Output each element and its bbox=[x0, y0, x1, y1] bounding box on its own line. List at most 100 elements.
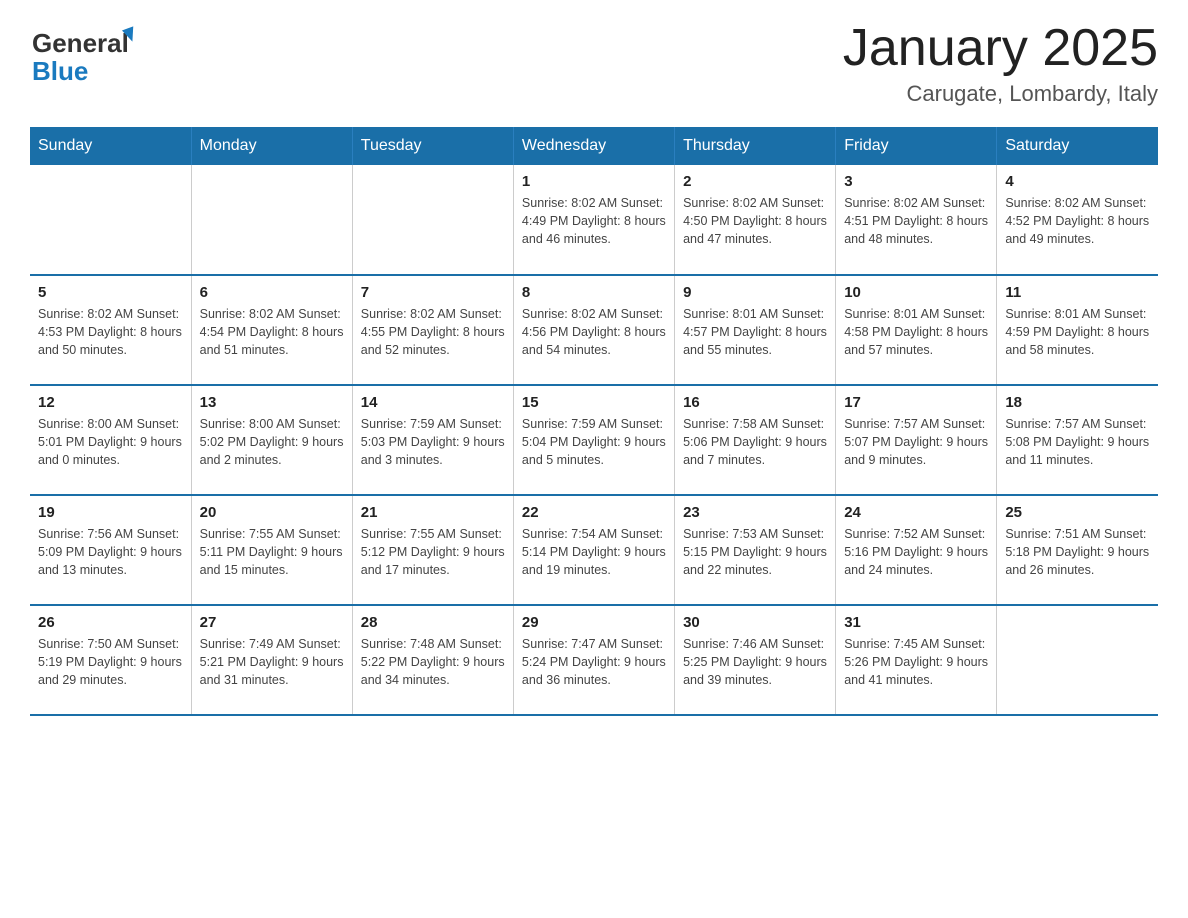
day-number: 15 bbox=[522, 394, 666, 411]
calendar-day: 26 Sunrise: 7:50 AM Sunset: 5:19 PM Dayli… bbox=[30, 605, 191, 715]
day-info: Sunrise: 7:55 AM Sunset: 5:12 PM Dayligh… bbox=[361, 525, 505, 579]
logo: General Blue bbox=[30, 20, 150, 90]
day-number: 4 bbox=[1005, 173, 1150, 190]
day-number: 24 bbox=[844, 504, 988, 521]
month-title: January 2025 bbox=[843, 20, 1158, 77]
title-area: January 2025 Carugate, Lombardy, Italy bbox=[843, 20, 1158, 107]
day-info: Sunrise: 8:01 AM Sunset: 4:58 PM Dayligh… bbox=[844, 305, 988, 359]
day-number: 20 bbox=[200, 504, 344, 521]
calendar-day: 22Sunrise: 7:54 AM Sunset: 5:14 PM Dayli… bbox=[513, 495, 674, 605]
calendar-day bbox=[30, 165, 191, 275]
day-info: Sunrise: 8:02 AM Sunset: 4:54 PM Dayligh… bbox=[200, 305, 344, 359]
calendar-day: 31 Sunrise: 7:45 AM Sunset: 5:26 PM Dayli… bbox=[836, 605, 997, 715]
calendar-day: 16 Sunrise: 7:58 AM Sunset: 5:06 PM Dayli… bbox=[675, 385, 836, 495]
day-number: 12 bbox=[38, 394, 183, 411]
svg-text:General: General bbox=[32, 28, 129, 58]
svg-text:Blue: Blue bbox=[32, 56, 88, 86]
day-number: 5 bbox=[38, 284, 183, 301]
page-header: General Blue January 2025 Carugate, Lomb… bbox=[30, 20, 1158, 107]
header-monday: Monday bbox=[191, 127, 352, 165]
day-number: 6 bbox=[200, 284, 344, 301]
day-number: 7 bbox=[361, 284, 505, 301]
calendar-day: 7Sunrise: 8:02 AM Sunset: 4:55 PM Daylig… bbox=[352, 275, 513, 385]
header-wednesday: Wednesday bbox=[513, 127, 674, 165]
calendar-day: 15 Sunrise: 7:59 AM Sunset: 5:04 PM Dayli… bbox=[513, 385, 674, 495]
day-number: 27 bbox=[200, 614, 344, 631]
calendar-day: 11 Sunrise: 8:01 AM Sunset: 4:59 PM Dayli… bbox=[997, 275, 1158, 385]
calendar-day: 21Sunrise: 7:55 AM Sunset: 5:12 PM Dayli… bbox=[352, 495, 513, 605]
calendar-day: 10 Sunrise: 8:01 AM Sunset: 4:58 PM Dayli… bbox=[836, 275, 997, 385]
day-number: 10 bbox=[844, 284, 988, 301]
day-info: Sunrise: 7:53 AM Sunset: 5:15 PM Dayligh… bbox=[683, 525, 827, 579]
calendar-week-1: 1 Sunrise: 8:02 AM Sunset: 4:49 PM Daylig… bbox=[30, 165, 1158, 275]
day-info: Sunrise: 7:55 AM Sunset: 5:11 PM Dayligh… bbox=[200, 525, 344, 579]
calendar-week-2: 5 Sunrise: 8:02 AM Sunset: 4:53 PM Daylig… bbox=[30, 275, 1158, 385]
location-title: Carugate, Lombardy, Italy bbox=[843, 81, 1158, 107]
day-number: 14 bbox=[361, 394, 505, 411]
day-info: Sunrise: 7:56 AM Sunset: 5:09 PM Dayligh… bbox=[38, 525, 183, 579]
day-info: Sunrise: 7:49 AM Sunset: 5:21 PM Dayligh… bbox=[200, 635, 344, 689]
day-number: 17 bbox=[844, 394, 988, 411]
day-info: Sunrise: 8:02 AM Sunset: 4:50 PM Dayligh… bbox=[683, 194, 827, 248]
header-tuesday: Tuesday bbox=[352, 127, 513, 165]
day-info: Sunrise: 7:47 AM Sunset: 5:24 PM Dayligh… bbox=[522, 635, 666, 689]
day-info: Sunrise: 8:02 AM Sunset: 4:49 PM Dayligh… bbox=[522, 194, 666, 248]
header-saturday: Saturday bbox=[997, 127, 1158, 165]
calendar-day: 30 Sunrise: 7:46 AM Sunset: 5:25 PM Dayli… bbox=[675, 605, 836, 715]
calendar-header-row: Sunday Monday Tuesday Wednesday Thursday… bbox=[30, 127, 1158, 165]
day-info: Sunrise: 7:50 AM Sunset: 5:19 PM Dayligh… bbox=[38, 635, 183, 689]
calendar-day: 18 Sunrise: 7:57 AM Sunset: 5:08 PM Dayli… bbox=[997, 385, 1158, 495]
calendar-table: Sunday Monday Tuesday Wednesday Thursday… bbox=[30, 127, 1158, 716]
day-number: 3 bbox=[844, 173, 988, 190]
calendar-day: 3 Sunrise: 8:02 AM Sunset: 4:51 PM Daylig… bbox=[836, 165, 997, 275]
day-info: Sunrise: 7:46 AM Sunset: 5:25 PM Dayligh… bbox=[683, 635, 827, 689]
day-info: Sunrise: 8:01 AM Sunset: 4:59 PM Dayligh… bbox=[1005, 305, 1150, 359]
day-info: Sunrise: 8:02 AM Sunset: 4:52 PM Dayligh… bbox=[1005, 194, 1150, 248]
calendar-day: 27 Sunrise: 7:49 AM Sunset: 5:21 PM Dayli… bbox=[191, 605, 352, 715]
day-info: Sunrise: 7:45 AM Sunset: 5:26 PM Dayligh… bbox=[844, 635, 988, 689]
calendar-day: 2 Sunrise: 8:02 AM Sunset: 4:50 PM Daylig… bbox=[675, 165, 836, 275]
day-info: Sunrise: 8:00 AM Sunset: 5:01 PM Dayligh… bbox=[38, 415, 183, 469]
day-number: 19 bbox=[38, 504, 183, 521]
day-number: 23 bbox=[683, 504, 827, 521]
header-sunday: Sunday bbox=[30, 127, 191, 165]
logo-svg: General Blue bbox=[30, 20, 150, 90]
day-number: 9 bbox=[683, 284, 827, 301]
calendar-day: 5 Sunrise: 8:02 AM Sunset: 4:53 PM Daylig… bbox=[30, 275, 191, 385]
calendar-day: 14 Sunrise: 7:59 AM Sunset: 5:03 PM Dayli… bbox=[352, 385, 513, 495]
calendar-week-5: 26 Sunrise: 7:50 AM Sunset: 5:19 PM Dayli… bbox=[30, 605, 1158, 715]
calendar-day bbox=[191, 165, 352, 275]
day-number: 28 bbox=[361, 614, 505, 631]
calendar-week-4: 19 Sunrise: 7:56 AM Sunset: 5:09 PM Dayli… bbox=[30, 495, 1158, 605]
calendar-day: 28 Sunrise: 7:48 AM Sunset: 5:22 PM Dayli… bbox=[352, 605, 513, 715]
day-info: Sunrise: 8:02 AM Sunset: 4:53 PM Dayligh… bbox=[38, 305, 183, 359]
day-number: 31 bbox=[844, 614, 988, 631]
day-info: Sunrise: 7:58 AM Sunset: 5:06 PM Dayligh… bbox=[683, 415, 827, 469]
calendar-day: 29Sunrise: 7:47 AM Sunset: 5:24 PM Dayli… bbox=[513, 605, 674, 715]
day-number: 8 bbox=[522, 284, 666, 301]
calendar-day: 13Sunrise: 8:00 AM Sunset: 5:02 PM Dayli… bbox=[191, 385, 352, 495]
calendar-day: 25Sunrise: 7:51 AM Sunset: 5:18 PM Dayli… bbox=[997, 495, 1158, 605]
day-info: Sunrise: 8:02 AM Sunset: 4:56 PM Dayligh… bbox=[522, 305, 666, 359]
header-friday: Friday bbox=[836, 127, 997, 165]
day-number: 26 bbox=[38, 614, 183, 631]
day-info: Sunrise: 7:52 AM Sunset: 5:16 PM Dayligh… bbox=[844, 525, 988, 579]
day-number: 11 bbox=[1005, 284, 1150, 301]
calendar-day: 20 Sunrise: 7:55 AM Sunset: 5:11 PM Dayli… bbox=[191, 495, 352, 605]
day-number: 30 bbox=[683, 614, 827, 631]
day-number: 1 bbox=[522, 173, 666, 190]
day-info: Sunrise: 7:48 AM Sunset: 5:22 PM Dayligh… bbox=[361, 635, 505, 689]
day-number: 13 bbox=[200, 394, 344, 411]
calendar-day: 12 Sunrise: 8:00 AM Sunset: 5:01 PM Dayli… bbox=[30, 385, 191, 495]
day-info: Sunrise: 7:59 AM Sunset: 5:03 PM Dayligh… bbox=[361, 415, 505, 469]
day-number: 18 bbox=[1005, 394, 1150, 411]
day-number: 2 bbox=[683, 173, 827, 190]
calendar-day bbox=[352, 165, 513, 275]
day-info: Sunrise: 7:57 AM Sunset: 5:08 PM Dayligh… bbox=[1005, 415, 1150, 469]
day-number: 16 bbox=[683, 394, 827, 411]
day-info: Sunrise: 7:57 AM Sunset: 5:07 PM Dayligh… bbox=[844, 415, 988, 469]
calendar-day: 6 Sunrise: 8:02 AM Sunset: 4:54 PM Daylig… bbox=[191, 275, 352, 385]
header-thursday: Thursday bbox=[675, 127, 836, 165]
day-info: Sunrise: 7:59 AM Sunset: 5:04 PM Dayligh… bbox=[522, 415, 666, 469]
day-info: Sunrise: 8:02 AM Sunset: 4:51 PM Dayligh… bbox=[844, 194, 988, 248]
